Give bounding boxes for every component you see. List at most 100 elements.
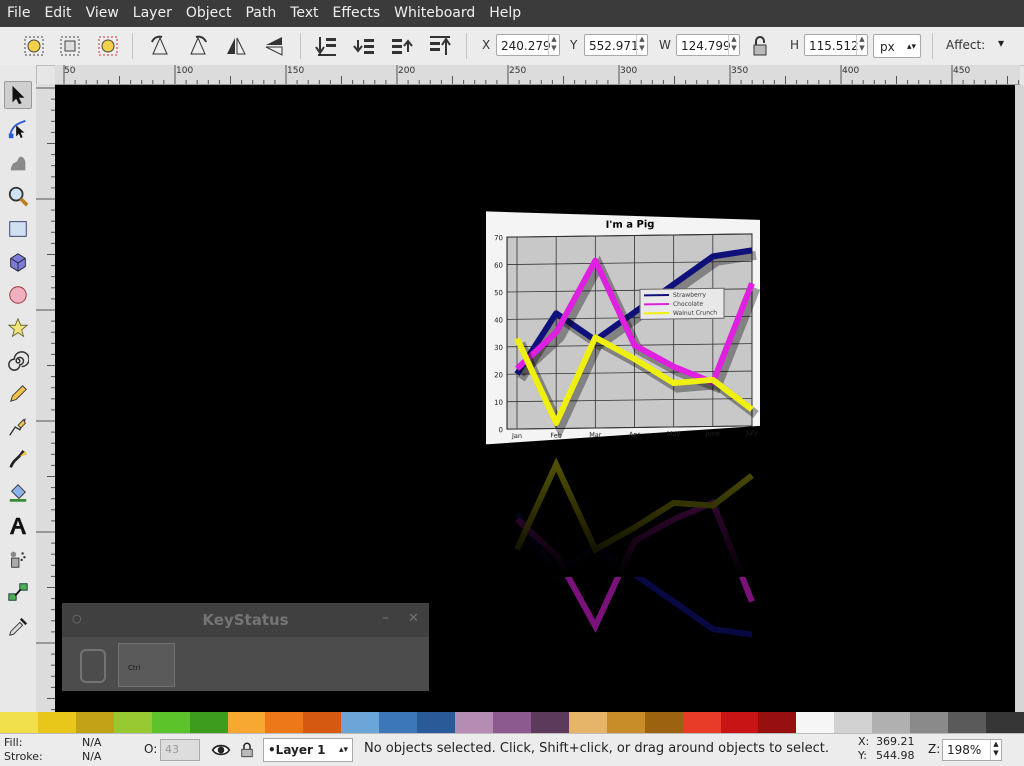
lower-icon[interactable] bbox=[350, 32, 378, 60]
zoom-input[interactable]: 198%▲▼ bbox=[942, 739, 1002, 761]
close-icon[interactable]: ✕ bbox=[408, 611, 419, 626]
star-tool-icon[interactable] bbox=[4, 314, 32, 342]
x-tick-label: June bbox=[705, 429, 720, 437]
opacity-label: O: bbox=[144, 742, 157, 756]
tweak-tool-icon[interactable] bbox=[4, 149, 32, 177]
palette-swatch[interactable] bbox=[76, 712, 114, 733]
menu-layer[interactable]: Layer bbox=[126, 0, 179, 27]
x-tick-label: Jan bbox=[511, 432, 522, 440]
palette-swatch[interactable] bbox=[341, 712, 379, 733]
palette-swatch[interactable] bbox=[645, 712, 683, 733]
palette-swatch[interactable] bbox=[417, 712, 455, 733]
select-all-icon[interactable] bbox=[20, 32, 48, 60]
menu-effects[interactable]: Effects bbox=[326, 0, 388, 27]
3d-box-tool-icon[interactable] bbox=[4, 248, 32, 276]
palette-swatch[interactable] bbox=[948, 712, 986, 733]
flip-horizontal-icon[interactable] bbox=[222, 32, 250, 60]
palette-swatch[interactable] bbox=[721, 712, 759, 733]
pencil-tool-icon[interactable] bbox=[4, 380, 32, 408]
calligraphy-tool-icon[interactable] bbox=[4, 446, 32, 474]
palette-swatch[interactable] bbox=[834, 712, 872, 733]
palette-swatch[interactable] bbox=[910, 712, 948, 733]
chart-group[interactable]: 010203040506070 JanFebMarAprMayJuneJuly … bbox=[486, 208, 760, 445]
menu-whiteboard[interactable]: Whiteboard bbox=[387, 0, 482, 27]
chart-title: I'm a Pig bbox=[606, 219, 655, 231]
spiral-tool-icon[interactable] bbox=[4, 347, 32, 375]
palette-swatch[interactable] bbox=[872, 712, 910, 733]
palette-swatch[interactable] bbox=[190, 712, 228, 733]
cursor-y-value: 544.98 bbox=[876, 749, 915, 762]
palette-swatch[interactable] bbox=[531, 712, 569, 733]
stroke-value[interactable]: N/A bbox=[82, 750, 101, 763]
rotate-ccw-icon[interactable] bbox=[146, 32, 174, 60]
menu-edit[interactable]: Edit bbox=[37, 0, 78, 27]
y-tick-label: 60 bbox=[494, 262, 503, 270]
palette-swatch[interactable] bbox=[607, 712, 645, 733]
deselect-icon[interactable] bbox=[94, 32, 122, 60]
x-input[interactable]: 240.279▲▼ bbox=[496, 34, 560, 56]
raise-to-top-icon[interactable] bbox=[426, 32, 454, 60]
chevron-down-icon[interactable]: ▾ bbox=[998, 36, 1004, 50]
palette-swatch[interactable] bbox=[493, 712, 531, 733]
palette-swatch[interactable] bbox=[683, 712, 721, 733]
eye-icon[interactable] bbox=[211, 740, 231, 760]
palette-swatch[interactable] bbox=[38, 712, 76, 733]
text-tool-icon[interactable] bbox=[4, 512, 32, 540]
menu-file[interactable]: File bbox=[0, 0, 37, 27]
dropper-tool-icon[interactable] bbox=[4, 613, 32, 641]
rotate-cw-icon[interactable] bbox=[184, 32, 212, 60]
node-tool-icon[interactable] bbox=[4, 115, 32, 143]
raise-icon[interactable] bbox=[388, 32, 416, 60]
zoom-tool-icon[interactable] bbox=[4, 182, 32, 210]
palette-swatch[interactable] bbox=[228, 712, 266, 733]
palette-swatch[interactable] bbox=[455, 712, 493, 733]
w-input[interactable]: 124.799▲▼ bbox=[676, 34, 740, 56]
palette-swatch[interactable] bbox=[569, 712, 607, 733]
layer-select[interactable]: •Layer 1▴▾ bbox=[263, 738, 353, 762]
fill-value[interactable]: N/A bbox=[82, 736, 101, 749]
opacity-input[interactable]: 43 bbox=[160, 739, 200, 761]
palette-swatch[interactable] bbox=[114, 712, 152, 733]
spray-tool-icon[interactable] bbox=[4, 545, 32, 573]
lower-to-bottom-icon[interactable] bbox=[312, 32, 340, 60]
palette-swatch[interactable] bbox=[152, 712, 190, 733]
selector-tool-icon[interactable] bbox=[4, 81, 32, 109]
lock-icon[interactable] bbox=[238, 740, 256, 760]
y-tick-label: 30 bbox=[494, 344, 503, 352]
palette-swatch[interactable] bbox=[379, 712, 417, 733]
horizontal-ruler[interactable]: 50 100 150 200 250 300 350 400 450 bbox=[55, 65, 1020, 85]
lock-ratio-icon[interactable] bbox=[748, 33, 772, 59]
tool-controls-bar: X 240.279▲▼ Y 552.971▲▼ W 124.799▲▼ H 11… bbox=[0, 27, 1024, 66]
pen-tool-icon[interactable] bbox=[4, 413, 32, 441]
unit-select[interactable]: px▴▾ bbox=[873, 34, 921, 58]
palette-swatch[interactable] bbox=[758, 712, 796, 733]
h-input[interactable]: 115.512▲▼ bbox=[804, 34, 868, 56]
menu-path[interactable]: Path bbox=[238, 0, 283, 27]
affect-label: Affect: bbox=[946, 38, 985, 52]
y-input[interactable]: 552.971▲▼ bbox=[584, 34, 648, 56]
select-all-layers-icon[interactable] bbox=[56, 32, 84, 60]
ellipse-tool-icon[interactable] bbox=[4, 281, 32, 309]
window-menu-icon[interactable]: ○ bbox=[72, 612, 82, 625]
menu-object[interactable]: Object bbox=[179, 0, 239, 27]
x-tick-label: May bbox=[667, 430, 681, 438]
menu-view[interactable]: View bbox=[79, 0, 126, 27]
chevron-updown-icon: ▴▾ bbox=[907, 35, 916, 59]
palette-swatch[interactable] bbox=[303, 712, 341, 733]
menu-text[interactable]: Text bbox=[283, 0, 325, 27]
menu-help[interactable]: Help bbox=[482, 0, 528, 27]
keystatus-window[interactable]: KeyStatus ○ – ✕ Ctrl bbox=[62, 603, 429, 691]
rectangle-tool-icon[interactable] bbox=[4, 215, 32, 243]
vertical-scrollbar[interactable] bbox=[1015, 85, 1024, 712]
cursor-y-label: Y: bbox=[858, 749, 867, 762]
palette-swatch[interactable] bbox=[0, 712, 38, 733]
minimize-icon[interactable]: – bbox=[382, 610, 389, 626]
stroke-label: Stroke: bbox=[4, 750, 43, 763]
palette-swatch[interactable] bbox=[986, 712, 1024, 733]
connector-tool-icon[interactable] bbox=[4, 578, 32, 606]
palette-swatch[interactable] bbox=[796, 712, 834, 733]
paint-bucket-tool-icon[interactable] bbox=[4, 479, 32, 507]
palette-swatch[interactable] bbox=[265, 712, 303, 733]
flip-vertical-icon[interactable] bbox=[260, 32, 288, 60]
vertical-ruler[interactable] bbox=[36, 84, 56, 712]
